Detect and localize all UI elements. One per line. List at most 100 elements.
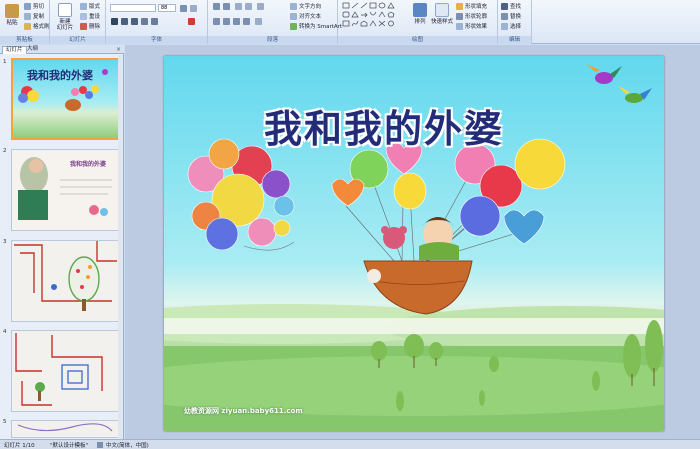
thumbnail-slide-2[interactable]: 我和我的外婆: [11, 149, 122, 231]
font-name-select[interactable]: [110, 4, 156, 12]
tab-outline[interactable]: 大纲: [24, 46, 41, 54]
align-text-icon: [290, 12, 297, 20]
slides-group-label: 幻灯片: [50, 36, 105, 44]
bullets-icon[interactable]: [213, 3, 220, 10]
delete-icon: [80, 22, 87, 30]
slide-workspace: 我和我的外婆 幼教资源网 ziyuan.baby611.com: [125, 45, 700, 439]
paste-button[interactable]: 粘贴: [3, 20, 21, 26]
line-spacing-icon[interactable]: [257, 3, 264, 10]
bold-icon[interactable]: [111, 18, 118, 25]
editing-group: 查找 替换 选择 编辑: [498, 0, 532, 44]
brush-icon: [24, 22, 31, 30]
thumbnail-maze-art: [14, 241, 117, 311]
font-size-select[interactable]: 88: [158, 4, 176, 12]
columns-icon[interactable]: [255, 18, 262, 25]
thumbnail-balloons-art: [18, 69, 108, 111]
reset-button[interactable]: 重设: [80, 12, 100, 20]
indent-increase-icon[interactable]: [245, 3, 252, 10]
paragraph-group: 文字方向 对齐文本 转换为 SmartArt 段落: [208, 0, 342, 44]
numbering-icon[interactable]: [223, 3, 230, 10]
shape-outline-button[interactable]: 形状轮廓: [456, 12, 487, 20]
tab-slides[interactable]: 幻灯片: [2, 46, 27, 54]
fill-icon: [456, 2, 463, 10]
arrange-icon[interactable]: [413, 3, 427, 17]
indent-decrease-icon[interactable]: [235, 3, 242, 10]
outline-icon: [456, 12, 463, 20]
justify-icon[interactable]: [243, 18, 250, 25]
slide-canvas[interactable]: 我和我的外婆 幼教资源网 ziyuan.baby611.com: [164, 56, 664, 431]
layout-button[interactable]: 版式: [80, 2, 100, 10]
shadow-icon[interactable]: [151, 18, 158, 25]
align-left-icon[interactable]: [213, 18, 220, 25]
font-group: 88 字体: [106, 0, 208, 44]
spell-check-icon[interactable]: [97, 442, 103, 448]
shape-effects-button[interactable]: 形状效果: [456, 22, 487, 30]
thumbnail-maze-art: [15, 333, 103, 406]
shapes-gallery[interactable]: [342, 2, 402, 32]
copy-icon: [24, 12, 31, 20]
quick-styles-button[interactable]: 快速样式: [428, 19, 456, 25]
grow-font-icon[interactable]: [180, 5, 187, 12]
thumbnail-number: 2: [3, 148, 7, 154]
clipboard-group-label: 剪贴板: [0, 36, 49, 44]
align-text-button[interactable]: 对齐文本: [290, 12, 321, 20]
format-painter-button[interactable]: 格式刷: [24, 22, 50, 30]
underline-icon[interactable]: [131, 18, 138, 25]
close-icon[interactable]: ×: [116, 46, 121, 53]
text-direction-icon: [290, 2, 297, 10]
cut-button[interactable]: 剪切: [24, 2, 44, 10]
smartart-button[interactable]: 转换为 SmartArt: [290, 22, 342, 30]
slide-title[interactable]: 我和我的外婆: [234, 98, 534, 153]
delete-button[interactable]: 删除: [80, 22, 100, 30]
arrange-button[interactable]: 排列: [410, 19, 430, 25]
align-center-icon[interactable]: [223, 18, 230, 25]
binoculars-icon: [501, 2, 508, 10]
reset-icon: [80, 12, 87, 20]
thumbnail-number: 4: [3, 329, 7, 335]
select-button[interactable]: 选择: [501, 22, 521, 30]
clipboard-group: 粘贴 剪切 复制 格式刷 剪贴板: [0, 0, 50, 44]
layout-icon: [80, 2, 87, 10]
replace-icon: [501, 12, 508, 20]
drawing-group-label: 绘图: [338, 36, 497, 44]
editing-group-label: 编辑: [498, 36, 531, 44]
thumbnail-slide-1[interactable]: 我和我的外婆: [11, 58, 122, 140]
text-direction-button[interactable]: 文字方向: [290, 2, 321, 10]
drawing-group: 排列 快速样式 形状填充 形状轮廓 形状效果 绘图: [338, 0, 498, 44]
find-button[interactable]: 查找: [501, 2, 521, 10]
copy-button[interactable]: 复制: [24, 12, 44, 20]
scissors-icon: [24, 2, 31, 10]
pane-scrollbar[interactable]: [118, 55, 123, 439]
slide-counter: 幻灯片 1/10: [4, 443, 35, 449]
strikethrough-icon[interactable]: [141, 18, 148, 25]
slides-group: 新建 幻灯片 版式 重设 删除 幻灯片: [50, 0, 106, 44]
italic-icon[interactable]: [121, 18, 128, 25]
thumbnail-number: 3: [3, 239, 7, 245]
watermark-text: 幼教资源网 ziyuan.baby611.com: [184, 407, 303, 415]
status-bar: 幻灯片 1/10 "默认设计模板" 中文(简体，中国): [0, 439, 700, 449]
quick-styles-icon[interactable]: [435, 3, 449, 17]
language-indicator: 中文(简体，中国): [106, 443, 149, 449]
smartart-icon: [290, 22, 297, 30]
font-color-icon[interactable]: [188, 18, 195, 25]
paste-icon[interactable]: [5, 4, 19, 18]
thumbnail-slide-3[interactable]: [11, 240, 122, 322]
thumbnail-number: 5: [3, 419, 7, 425]
thumbnail-maze-art: [17, 423, 113, 432]
thumbnail-slide-4[interactable]: [11, 330, 122, 412]
new-slide-button[interactable]: 新建 幻灯片: [52, 19, 78, 31]
thumbnail-slide-5[interactable]: [11, 420, 122, 438]
pane-tabs: 幻灯片 大纲 ×: [0, 45, 124, 54]
ribbon: 粘贴 剪切 复制 格式刷 剪贴板 新建 幻灯片 版式 重设 删除 幻灯片 88 …: [0, 0, 700, 44]
thumbnail-girl-reading-art: [18, 157, 112, 220]
slide-thumbnail-pane: 幻灯片 大纲 × 1 我和我的外婆 2 我和我的外婆 3 4 5: [0, 45, 124, 439]
theme-name: "默认设计模板": [50, 443, 89, 449]
new-slide-icon[interactable]: [58, 3, 72, 17]
effects-icon: [456, 22, 463, 30]
select-icon: [501, 22, 508, 30]
replace-button[interactable]: 替换: [501, 12, 521, 20]
thumbnail-number: 1: [3, 59, 7, 65]
shape-fill-button[interactable]: 形状填充: [456, 2, 487, 10]
align-right-icon[interactable]: [233, 18, 240, 25]
shrink-font-icon[interactable]: [190, 5, 197, 12]
